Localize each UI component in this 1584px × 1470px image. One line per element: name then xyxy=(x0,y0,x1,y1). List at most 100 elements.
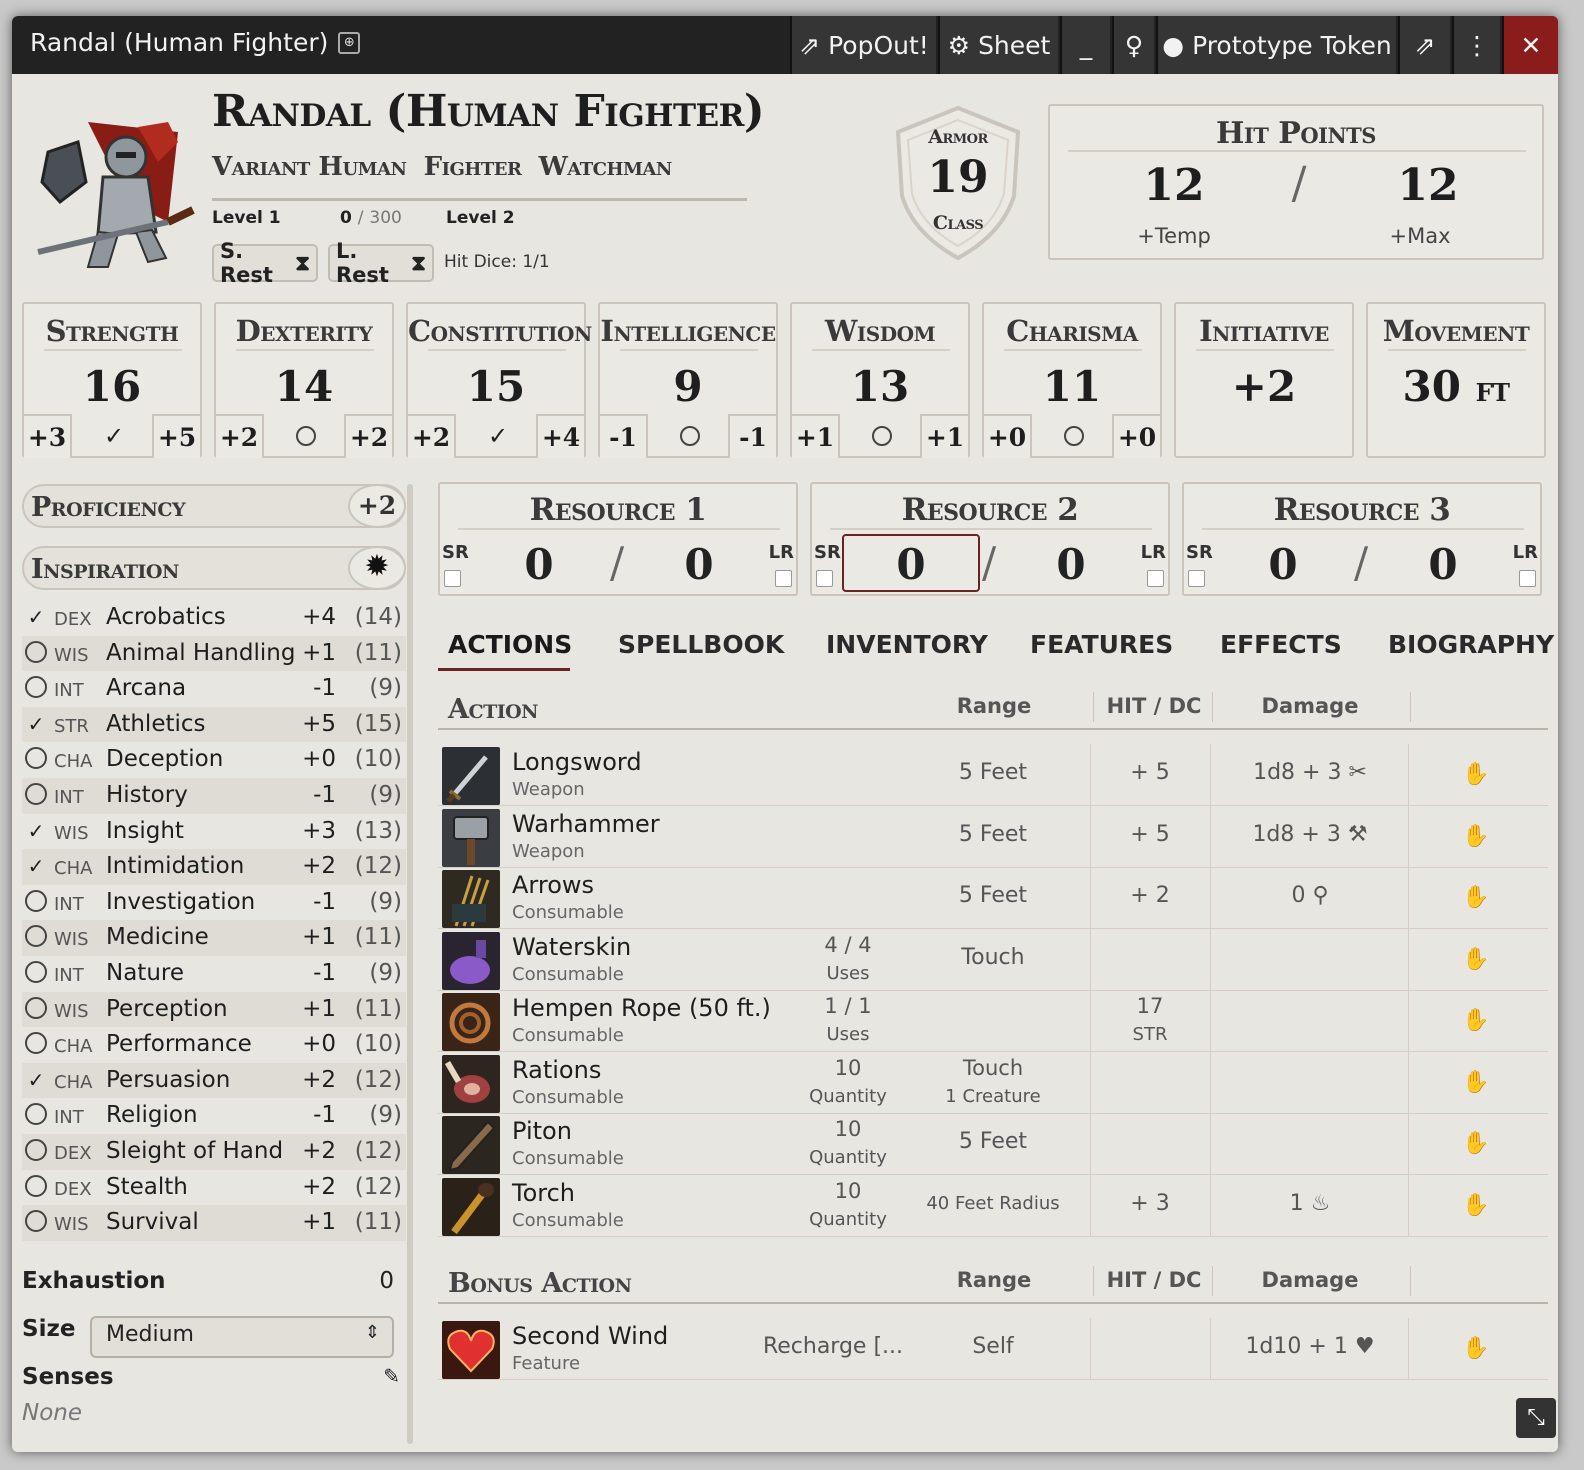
save-proficiency-circle-icon[interactable] xyxy=(1058,422,1090,452)
drag-handle-icon[interactable]: ✋ xyxy=(1462,1336,1489,1362)
ability-mod[interactable]: +1 xyxy=(792,414,840,458)
skill-history[interactable]: INT History -1 (9) xyxy=(22,777,406,814)
item-quantity[interactable]: 10 xyxy=(788,1056,908,1080)
item-damage[interactable]: 1d8 + 3 ✂ xyxy=(1210,760,1410,785)
skill-proficiency-circle-icon[interactable] xyxy=(24,676,48,700)
skill-name[interactable]: Nature xyxy=(106,960,184,986)
saving-throw[interactable]: +2 xyxy=(344,414,392,458)
skill-proficiency-check-icon[interactable]: ✓ xyxy=(24,712,48,736)
item-hit[interactable]: + 5 xyxy=(1090,822,1210,847)
skill-sleight-of-hand[interactable]: DEX Sleight of Hand +2 (12) xyxy=(22,1133,406,1170)
hp-max-mod[interactable]: +Max xyxy=(1370,224,1470,248)
skill-perception[interactable]: WIS Perception +1 (11) xyxy=(22,991,406,1028)
warhammer-icon[interactable] xyxy=(442,809,500,867)
skill-proficiency-check-icon[interactable]: ✓ xyxy=(24,854,48,878)
resource-title[interactable]: Resource 3 xyxy=(1184,492,1540,528)
skill-name[interactable]: Sleight of Hand xyxy=(106,1138,283,1164)
exhaustion-value[interactable]: 0 xyxy=(379,1268,394,1294)
skill-name[interactable]: Religion xyxy=(106,1102,198,1128)
skill-name[interactable]: Intimidation xyxy=(106,853,244,879)
race-label[interactable]: Variant Human xyxy=(212,152,407,182)
skill-name[interactable]: Survival xyxy=(106,1209,199,1235)
saving-throw[interactable]: -1 xyxy=(728,414,776,458)
second-wind-heart-icon[interactable] xyxy=(442,1321,500,1379)
skill-name[interactable]: Deception xyxy=(106,746,223,772)
drag-handle-icon[interactable]: ✋ xyxy=(1462,1131,1489,1157)
arrows-icon[interactable] xyxy=(442,870,500,928)
skill-proficiency-circle-icon[interactable] xyxy=(24,996,48,1021)
character-name[interactable]: Randal (Human Fighter) xyxy=(212,86,765,137)
resize-handle-icon[interactable]: ⤡ xyxy=(1516,1398,1556,1438)
drag-handle-icon[interactable]: ✋ xyxy=(1462,947,1489,973)
scrollbar[interactable] xyxy=(407,484,413,1444)
more-options-button[interactable]: ⋮ xyxy=(1452,16,1500,74)
skill-proficiency-circle-icon[interactable] xyxy=(24,640,48,665)
action-row-arrows[interactable]: Arrows Consumable 5 Feet + 2 0 ⚲ ✋ xyxy=(438,867,1548,929)
skill-proficiency-circle-icon[interactable] xyxy=(24,1210,48,1234)
window-titlebar[interactable]: Randal (Human Fighter) ⊕ ⇗ PopOut! ⚙ Sheet… xyxy=(12,16,1558,74)
skill-proficiency-circle-icon[interactable] xyxy=(24,747,48,771)
item-name[interactable]: Torch xyxy=(512,1179,575,1207)
short-rest-button[interactable]: S. Rest ⧗ xyxy=(212,239,318,287)
ability-mod[interactable]: +0 xyxy=(984,414,1032,458)
item-name[interactable]: Waterskin xyxy=(512,933,631,961)
tab-biography[interactable]: BIOGRAPHY xyxy=(1388,630,1554,659)
item-recharge[interactable]: Recharge [... xyxy=(758,1334,908,1359)
tab-features[interactable]: FEATURES xyxy=(1030,630,1173,659)
close-button[interactable]: ✕ xyxy=(1502,16,1558,74)
skill-proficiency-circle-icon[interactable] xyxy=(24,1032,48,1056)
item-uses[interactable]: 4 / 4 xyxy=(788,933,908,957)
ability-score[interactable]: 15 xyxy=(408,362,584,411)
resource-max[interactable]: 0 xyxy=(1408,540,1478,589)
skill-investigation[interactable]: INT Investigation -1 (9) xyxy=(22,885,406,921)
item-name[interactable]: Piton xyxy=(512,1117,572,1145)
hp-temp[interactable]: +Temp xyxy=(1124,224,1224,248)
drag-handle-icon[interactable]: ✋ xyxy=(1462,1193,1489,1219)
item-name[interactable]: Arrows xyxy=(512,871,594,899)
resource-max[interactable]: 0 xyxy=(1036,540,1106,589)
skill-name[interactable]: Persuasion xyxy=(106,1067,230,1093)
saving-throw[interactable]: +0 xyxy=(1112,414,1160,458)
skill-proficiency-circle-icon[interactable] xyxy=(24,1138,48,1163)
class-label[interactable]: Fighter xyxy=(424,152,522,182)
ability-score[interactable]: 16 xyxy=(24,362,200,411)
saving-throw[interactable]: +4 xyxy=(536,414,584,458)
resource-value[interactable]: 0 xyxy=(1248,540,1318,589)
item-name[interactable]: Hempen Rope (50 ft.) xyxy=(512,994,771,1022)
armor-class-value[interactable]: 19 xyxy=(890,152,1026,203)
item-dc[interactable]: 17 xyxy=(1090,994,1210,1018)
resource-sr-checkbox[interactable] xyxy=(816,570,833,587)
resource-title[interactable]: Resource 2 xyxy=(812,492,1168,528)
skill-name[interactable]: Acrobatics xyxy=(106,604,226,630)
ability-mod[interactable]: +2 xyxy=(408,414,456,458)
skill-proficiency-circle-icon[interactable] xyxy=(24,782,48,807)
item-quantity[interactable]: 10 xyxy=(788,1117,908,1141)
item-damage[interactable]: 1d8 + 3 ⚒ xyxy=(1210,822,1410,847)
rations-icon[interactable] xyxy=(442,1055,500,1113)
item-quantity[interactable]: 10 xyxy=(788,1179,908,1203)
skill-acrobatics[interactable]: ✓ DEX Acrobatics +4 (14) xyxy=(22,600,406,636)
item-hit[interactable]: + 3 xyxy=(1090,1191,1210,1216)
resource-value[interactable]: 0 xyxy=(876,540,946,589)
save-proficiency-circle-icon[interactable] xyxy=(674,422,706,452)
hp-current[interactable]: 12 xyxy=(1124,160,1224,211)
skill-medicine[interactable]: WIS Medicine +1 (11) xyxy=(22,920,406,956)
ability-score[interactable]: 13 xyxy=(792,362,968,411)
skill-performance[interactable]: CHA Performance +0 (10) xyxy=(22,1027,406,1063)
skill-proficiency-circle-icon[interactable] xyxy=(24,1103,48,1127)
tab-effects[interactable]: EFFECTS xyxy=(1220,630,1342,659)
skill-proficiency-circle-icon[interactable] xyxy=(24,960,48,985)
resource-lr-checkbox[interactable] xyxy=(775,570,792,587)
skill-proficiency-check-icon[interactable]: ✓ xyxy=(24,1068,48,1092)
item-damage[interactable]: 0 ⚲ xyxy=(1210,883,1410,908)
item-name[interactable]: Rations xyxy=(512,1056,601,1084)
resource-sr-checkbox[interactable] xyxy=(1188,570,1205,587)
resource-sr-checkbox[interactable] xyxy=(444,570,461,587)
skill-proficiency-circle-icon[interactable] xyxy=(24,925,48,949)
saving-throw[interactable]: +5 xyxy=(152,414,200,458)
background-label[interactable]: Watchman xyxy=(539,152,673,182)
hp-max[interactable]: 12 xyxy=(1378,160,1478,211)
resource-lr-checkbox[interactable] xyxy=(1519,570,1536,587)
rope-icon[interactable] xyxy=(442,993,500,1051)
item-damage[interactable]: 1d10 + 1 ♥ xyxy=(1210,1334,1410,1359)
